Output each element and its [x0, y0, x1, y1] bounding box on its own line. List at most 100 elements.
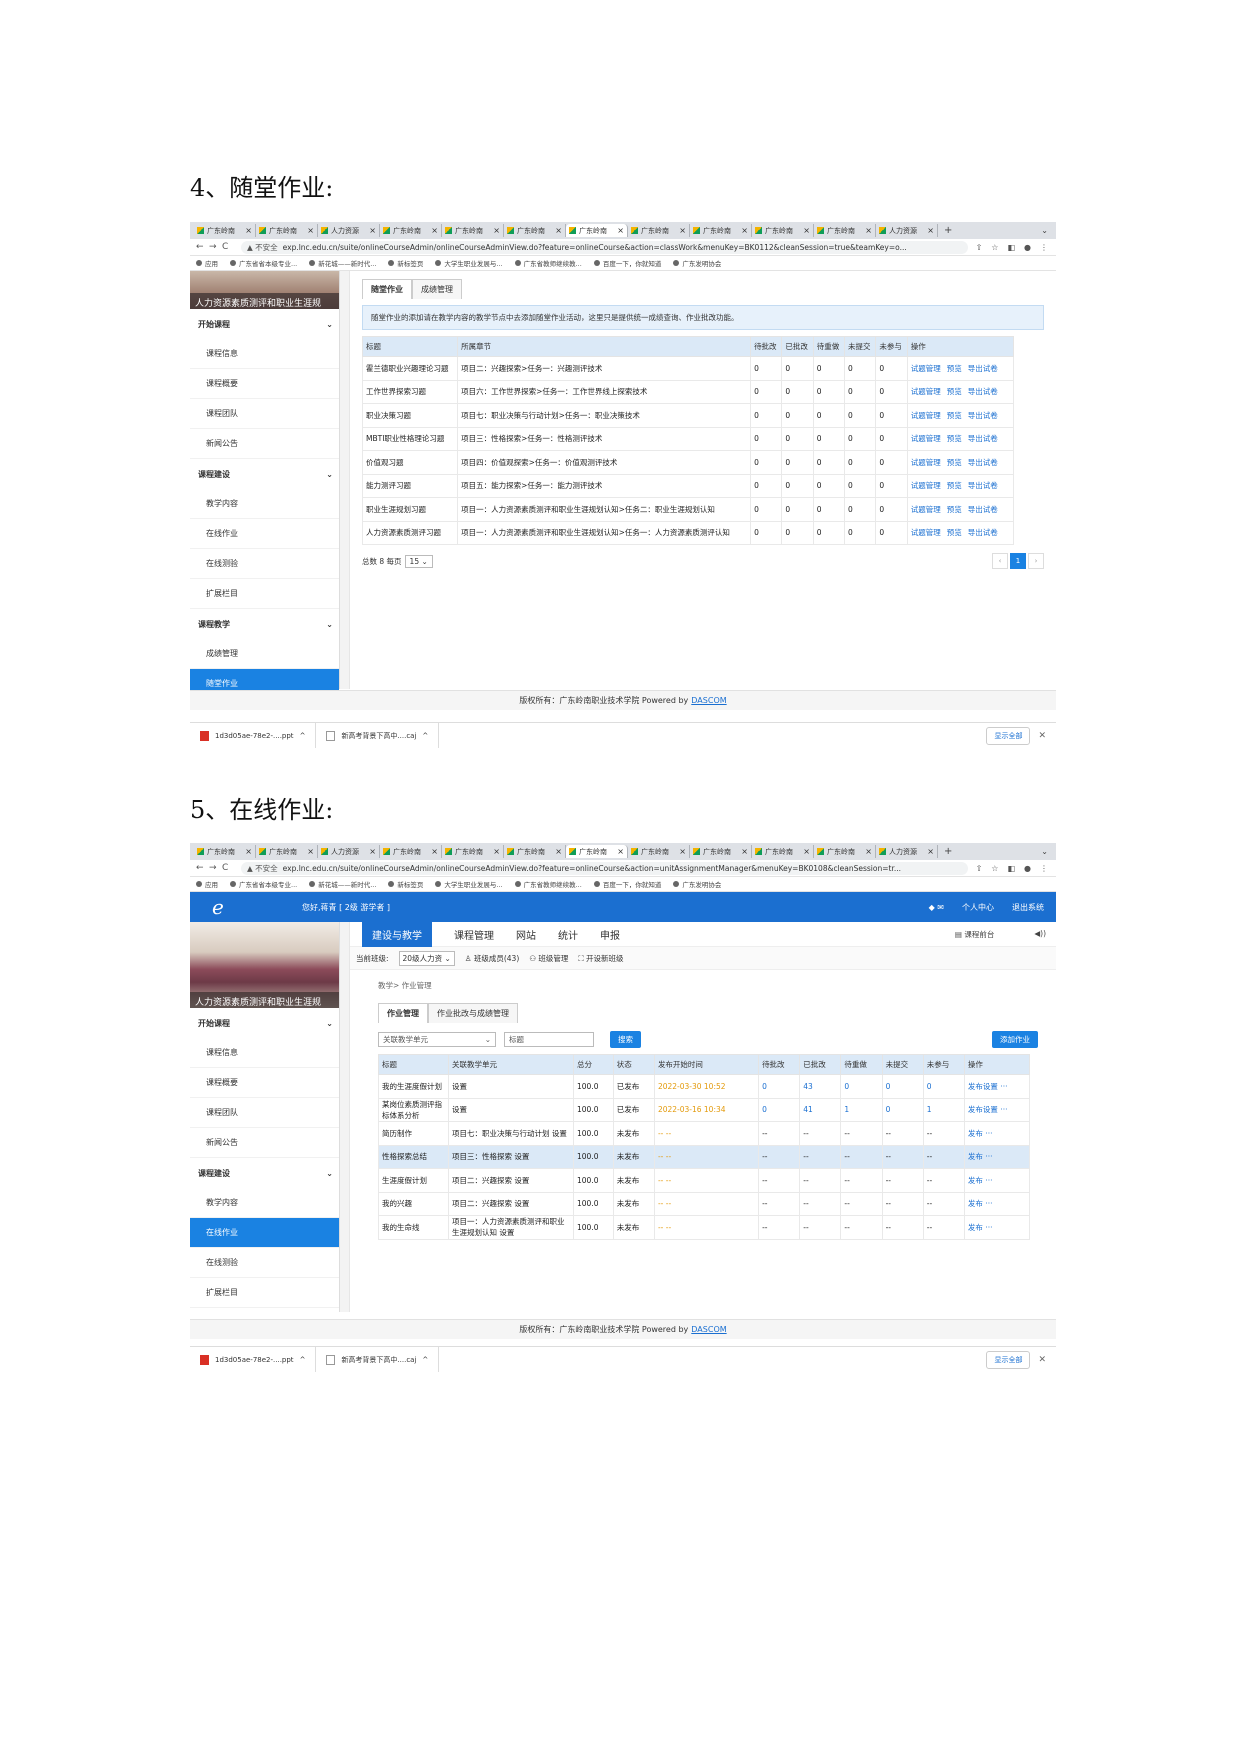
tab-search-icon[interactable]: ⌄: [1041, 226, 1048, 235]
download-item-ppt[interactable]: 1d3d05ae-78e2-....ppt ^: [190, 723, 317, 748]
export-paper-link[interactable]: 导出试卷: [968, 411, 998, 420]
browser-tab[interactable]: 广东岭南 ×: [380, 845, 442, 858]
cell-operation[interactable]: 发布 ···: [963, 1168, 1031, 1193]
browser-tab[interactable]: 广东岭南 ×: [628, 224, 690, 237]
menu-icon[interactable]: ⋮: [1040, 864, 1048, 873]
cell-unit[interactable]: 项目七：职业决策与行动计划 设置: [448, 1121, 574, 1146]
close-icon[interactable]: ×: [245, 226, 252, 235]
chevron-up-icon[interactable]: ^: [422, 1356, 428, 1364]
share-icon[interactable]: ⇧: [976, 243, 983, 252]
browser-tab[interactable]: 广东岭南 ×: [194, 224, 256, 237]
browser-tab[interactable]: 广东岭南 ×: [566, 845, 628, 858]
sidebar-item[interactable]: 成绩管理: [190, 639, 339, 669]
cell-operation[interactable]: 发布设置 ···: [963, 1074, 1031, 1099]
forward-icon[interactable]: →: [209, 863, 222, 873]
sidebar-group[interactable]: 课程教学 ⌄: [190, 609, 339, 639]
browser-tab[interactable]: 广东岭南 ×: [752, 224, 814, 237]
export-paper-link[interactable]: 导出试卷: [968, 387, 998, 396]
close-icon[interactable]: ×: [431, 847, 438, 856]
sidepanel-icon[interactable]: ◧: [1007, 864, 1015, 873]
bookmark-item[interactable]: 广东发明协会: [673, 879, 721, 889]
sidebar-group[interactable]: 课程建设 ⌄: [190, 459, 339, 489]
sidebar-item[interactable]: 课程概要: [190, 369, 339, 399]
tab-classwork[interactable]: 随堂作业: [362, 279, 412, 299]
sidebar-collapse-gutter[interactable]: [340, 271, 350, 689]
preview-link[interactable]: 预览: [947, 411, 962, 420]
browser-tab[interactable]: 广东岭南 ×: [504, 845, 566, 858]
bookmark-item[interactable]: 新花城——新时代...: [309, 258, 376, 268]
chevron-up-icon[interactable]: ^: [300, 732, 306, 740]
profile-icon[interactable]: ●: [1024, 864, 1031, 873]
cell-operation[interactable]: 发布 ···: [963, 1121, 1031, 1146]
page-number[interactable]: 1: [1010, 553, 1026, 569]
close-icon[interactable]: ×: [803, 226, 810, 235]
close-icon[interactable]: ✕: [1038, 731, 1046, 741]
close-icon[interactable]: ×: [369, 847, 376, 856]
sidebar-item[interactable]: 在线作业: [190, 1218, 339, 1248]
browser-tab[interactable]: 人力资源 ×: [318, 224, 380, 237]
preview-link[interactable]: 预览: [947, 364, 962, 373]
url-field[interactable]: ▲ 不安全 exp.lnc.edu.cn/suite/onlineCourseAd…: [241, 861, 968, 875]
browser-tab[interactable]: 广东岭南 ×: [380, 224, 442, 237]
browser-tab[interactable]: 广东岭南 ×: [256, 845, 318, 858]
menu-stats[interactable]: 统计: [558, 927, 578, 942]
close-icon[interactable]: ×: [803, 847, 810, 856]
sidebar-item[interactable]: 扩展栏目: [190, 1278, 339, 1308]
notification-icon[interactable]: ◆ ✉: [929, 903, 944, 912]
close-icon[interactable]: ×: [617, 226, 624, 235]
browser-tab[interactable]: 广东岭南 ×: [256, 224, 318, 237]
manage-questions-link[interactable]: 试题管理: [911, 387, 941, 396]
preview-link[interactable]: 预览: [947, 505, 962, 514]
close-icon[interactable]: ×: [369, 226, 376, 235]
cell-operation[interactable]: 发布设置 ···: [963, 1097, 1031, 1122]
close-icon[interactable]: ×: [431, 226, 438, 235]
close-icon[interactable]: ×: [493, 226, 500, 235]
download-item-ppt[interactable]: 1d3d05ae-78e2-....ppt ^: [190, 1347, 317, 1372]
sidebar-collapse-gutter[interactable]: [340, 922, 350, 1312]
show-all-button[interactable]: 显示全部: [986, 726, 1031, 745]
tab-search-icon[interactable]: ⌄: [1041, 847, 1048, 856]
sidebar-group[interactable]: 开始课程 ⌄: [190, 1008, 339, 1038]
profile-icon[interactable]: ●: [1024, 243, 1031, 252]
sidebar-item[interactable]: 课程团队: [190, 399, 339, 429]
add-assignment-button[interactable]: 添加作业: [992, 1031, 1038, 1048]
preview-link[interactable]: 预览: [947, 481, 962, 490]
sidepanel-icon[interactable]: ◧: [1007, 243, 1015, 252]
cell-operation[interactable]: 发布 ···: [963, 1191, 1031, 1216]
browser-tab[interactable]: 广东岭南 ×: [814, 845, 876, 858]
download-item-caj[interactable]: 新高考背景下高中....caj ^: [316, 723, 440, 748]
star-icon[interactable]: ☆: [991, 864, 998, 873]
menu-website[interactable]: 网站: [516, 927, 536, 942]
cell-unit[interactable]: 项目二：兴趣探索 设置: [448, 1191, 574, 1216]
bookmark-item[interactable]: 新花城——新时代...: [309, 879, 376, 889]
bookmark-item[interactable]: 新标签页: [388, 879, 423, 889]
manage-questions-link[interactable]: 试题管理: [911, 364, 941, 373]
browser-tab[interactable]: 广东岭南 ×: [628, 845, 690, 858]
search-input[interactable]: 标题: [504, 1032, 594, 1047]
class-select[interactable]: 20级人力资 ⌄: [398, 950, 455, 966]
sidebar-item[interactable]: 新闻公告: [190, 429, 339, 459]
browser-tab[interactable]: 人力资源 ×: [876, 224, 938, 237]
bookmark-item[interactable]: 广东省省本级专业...: [230, 258, 297, 268]
forward-icon[interactable]: →: [209, 242, 222, 252]
cell-unit[interactable]: 项目二：兴趣探索 设置: [448, 1168, 574, 1193]
cell-operation[interactable]: 发布 ···: [963, 1144, 1031, 1169]
browser-tab[interactable]: 广东岭南 ×: [690, 845, 752, 858]
sidebar-item[interactable]: 扩展栏目: [190, 579, 339, 609]
bookmark-item[interactable]: 大学生职业发展与...: [435, 879, 503, 889]
close-icon[interactable]: ×: [617, 847, 624, 856]
cell-operation[interactable]: 发布 ···: [963, 1215, 1031, 1240]
sidebar-item[interactable]: 课程团队: [190, 1098, 339, 1128]
back-icon[interactable]: ←: [196, 863, 209, 873]
sidebar-item[interactable]: 教学内容: [190, 1188, 339, 1218]
close-icon[interactable]: ✕: [1038, 1355, 1046, 1365]
browser-tab[interactable]: 广东岭南 ×: [442, 224, 504, 237]
export-paper-link[interactable]: 导出试卷: [968, 528, 998, 537]
preview-link[interactable]: 预览: [947, 434, 962, 443]
chevron-up-icon[interactable]: ^: [422, 732, 428, 740]
close-icon[interactable]: ×: [555, 847, 562, 856]
download-item-caj[interactable]: 新高考背景下高中....caj ^: [316, 1347, 440, 1372]
tab-grading[interactable]: 作业批改与成绩管理: [428, 1003, 518, 1023]
close-icon[interactable]: ×: [679, 847, 686, 856]
manage-questions-link[interactable]: 试题管理: [911, 411, 941, 420]
